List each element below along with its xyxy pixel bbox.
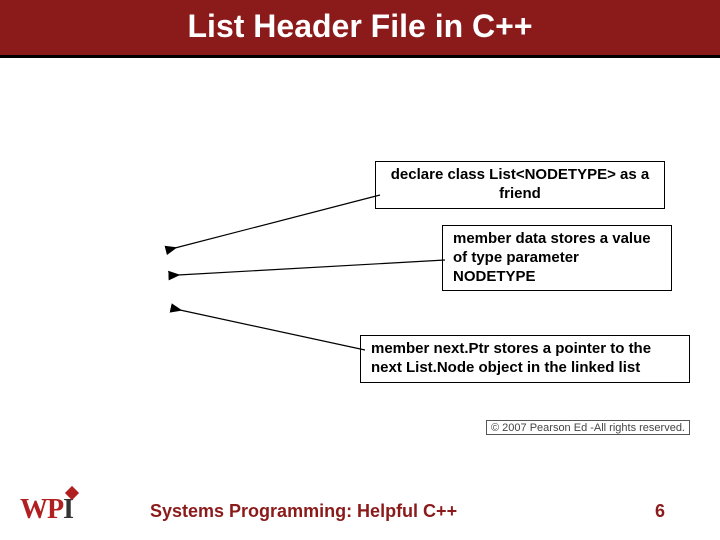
- copyright: © 2007 Pearson Ed -All rights reserved.: [486, 420, 690, 435]
- page-number: 6: [655, 501, 665, 522]
- logo-p: P: [47, 494, 63, 525]
- callout-next-ptr: member next.Ptr stores a pointer to the …: [360, 335, 690, 383]
- callout-friend: declare class List<NODETYPE> as a friend: [375, 161, 665, 209]
- callout-member-data: member data stores a value of type param…: [442, 225, 672, 291]
- wpi-logo: WPI: [20, 494, 73, 526]
- logo-w: W: [20, 494, 47, 525]
- slide-title: List Header File in C++: [0, 0, 720, 58]
- footer: WPI Systems Programming: Helpful C++ 6: [0, 480, 720, 540]
- footer-text: Systems Programming: Helpful C++: [150, 501, 457, 522]
